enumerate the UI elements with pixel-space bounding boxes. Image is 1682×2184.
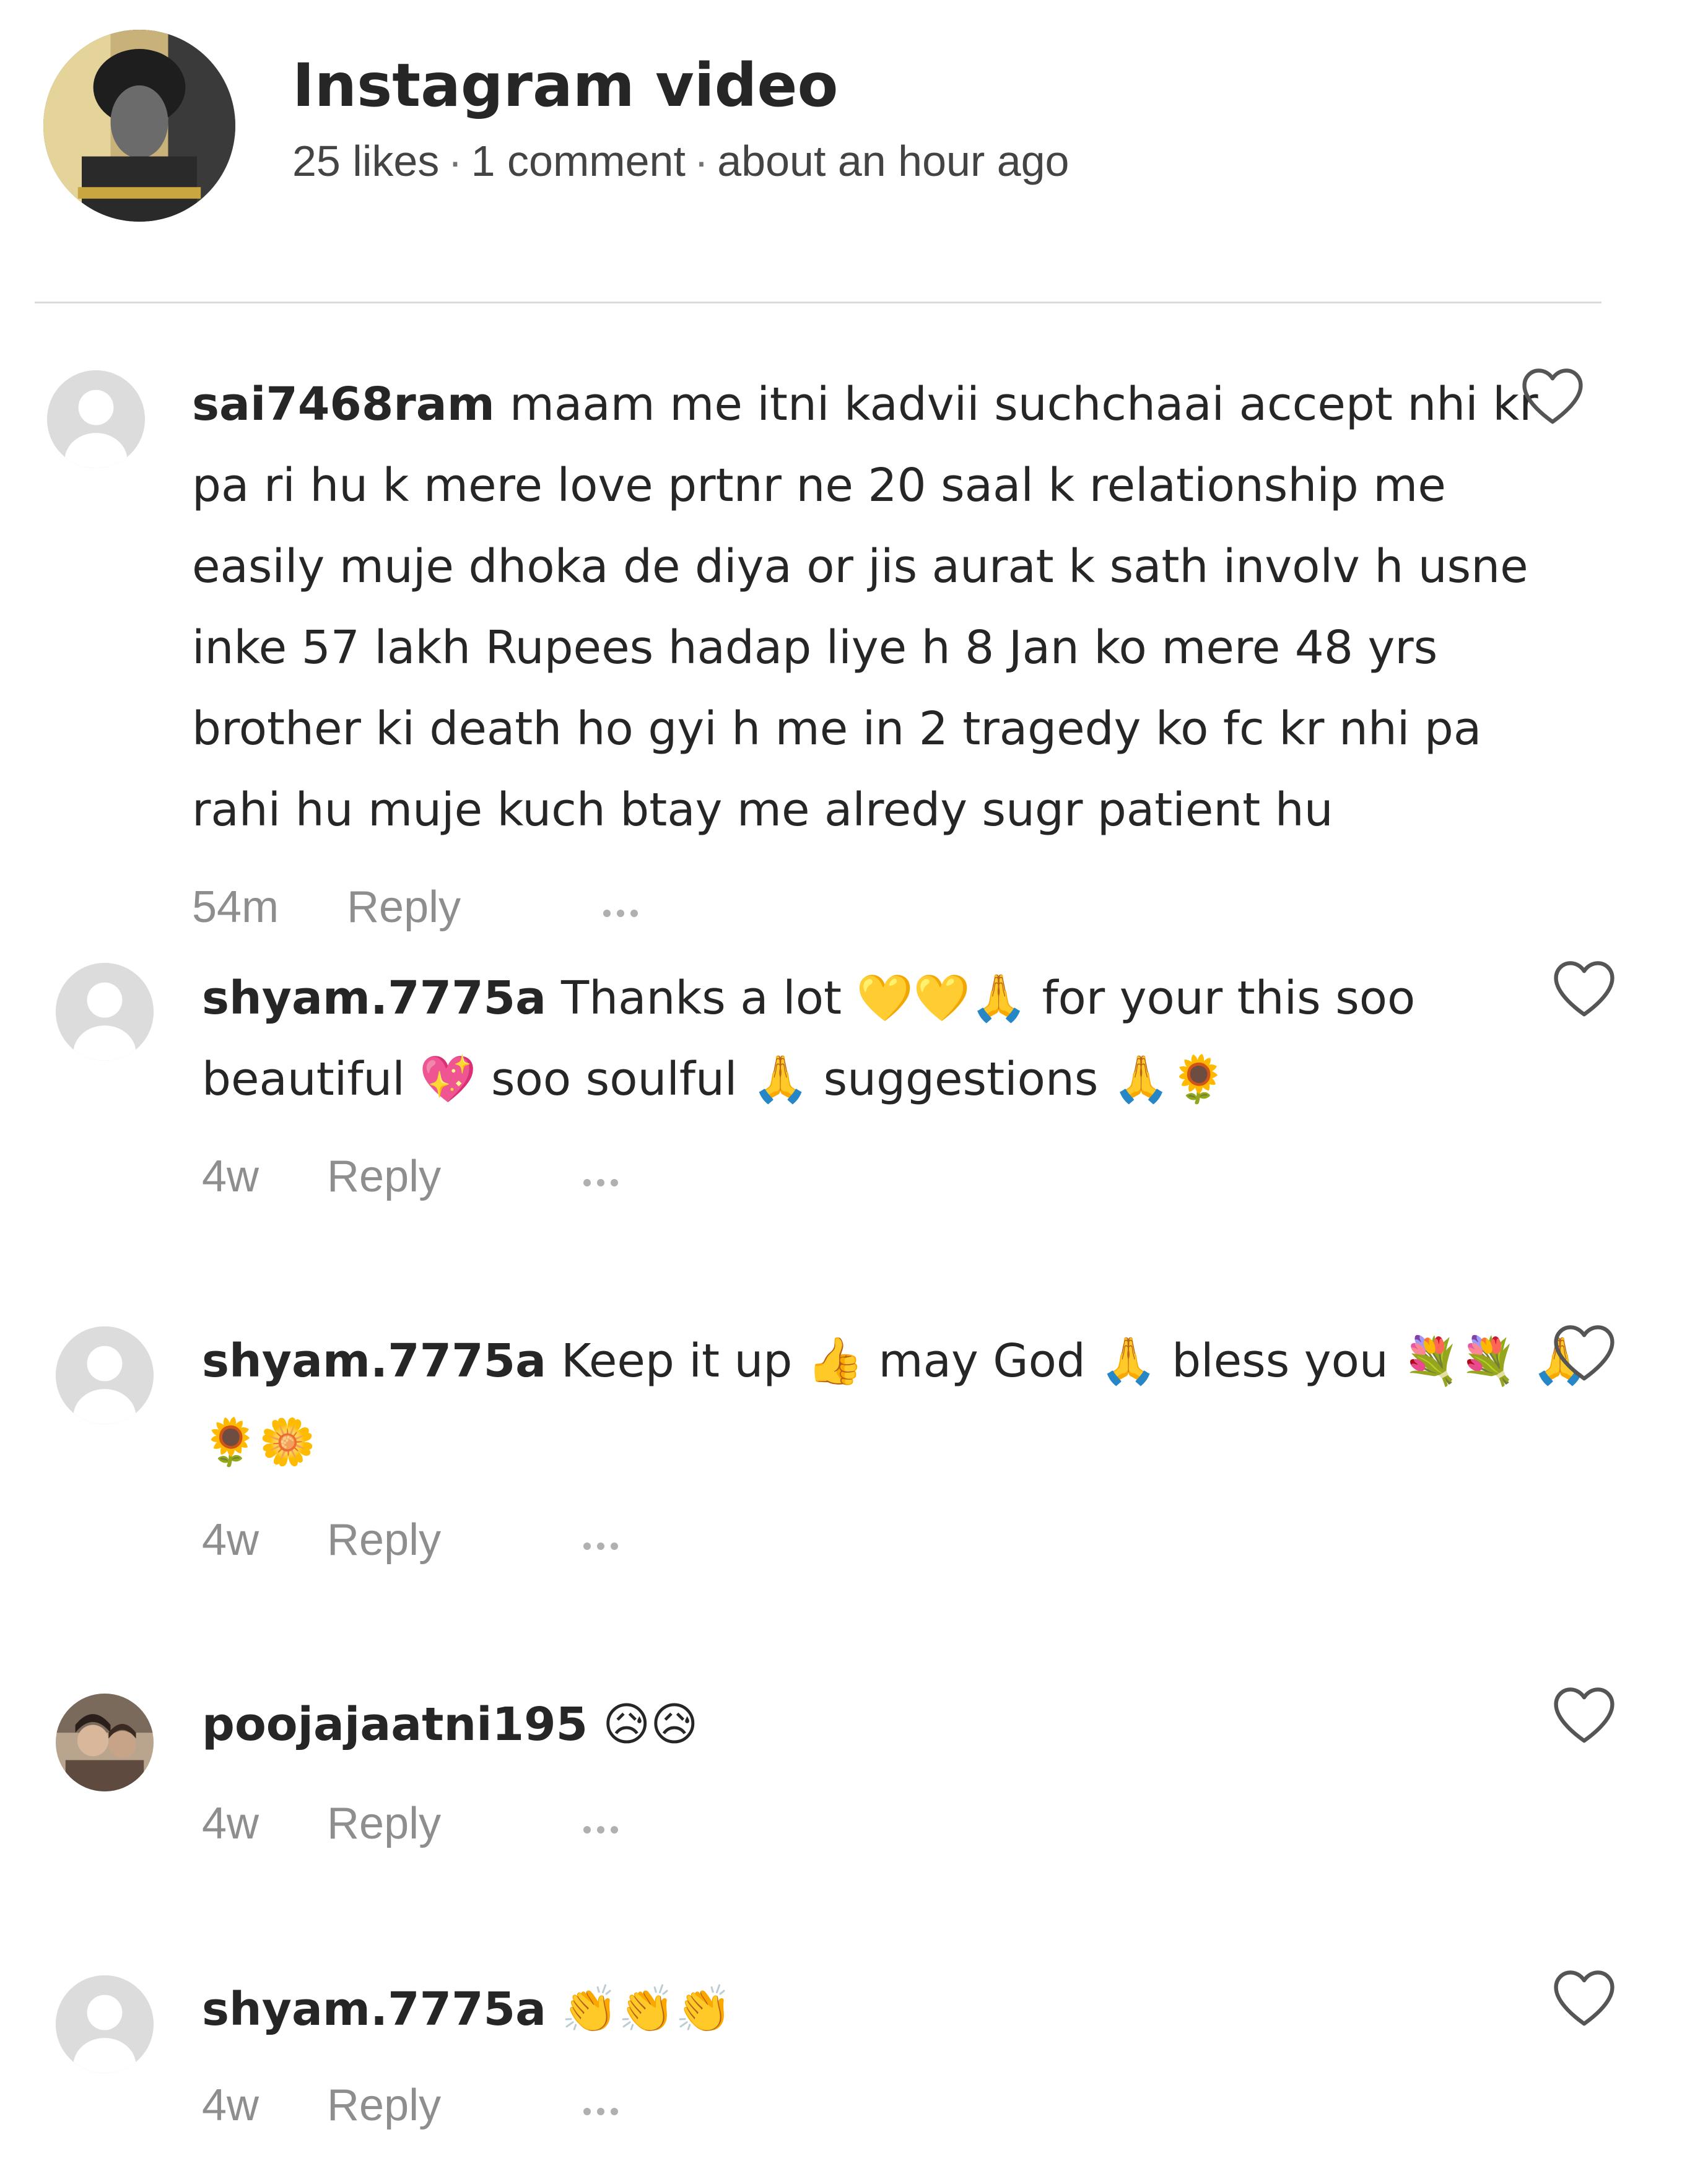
comment-username[interactable]: shyam.7775a xyxy=(202,1334,546,1388)
comment-body: shyam.7775a Keep it up 👍 may God 🙏 bless … xyxy=(202,1321,1589,1483)
comment-avatar[interactable] xyxy=(56,1694,154,1791)
default-avatar-icon xyxy=(56,1975,154,2073)
reply-button[interactable]: Reply xyxy=(347,882,461,933)
more-horizontal-icon[interactable] xyxy=(603,897,638,917)
reply-button[interactable]: Reply xyxy=(327,1151,441,1202)
user-photo-avatar xyxy=(56,1694,154,1791)
comment-body: shyam.7775a 👏👏👏 xyxy=(202,1969,1589,2050)
comment-username[interactable]: shyam.7775a xyxy=(202,1983,546,2036)
post-time: about an hour ago xyxy=(717,137,1070,185)
comment-avatar[interactable] xyxy=(56,963,154,1061)
comment-avatar[interactable] xyxy=(47,370,145,468)
more-horizontal-icon[interactable] xyxy=(583,1530,619,1550)
comment-text: 😥😥 xyxy=(603,1698,699,1751)
comment-time: 4w xyxy=(202,1152,259,1201)
heart-outline-icon[interactable] xyxy=(1519,364,1587,426)
comment-actions: 4w Reply xyxy=(202,2077,619,2133)
more-horizontal-icon[interactable] xyxy=(583,1814,619,1834)
meta-separator: · xyxy=(448,137,463,185)
comment-avatar[interactable] xyxy=(56,1326,154,1424)
comment-actions: 54m Reply xyxy=(192,879,638,935)
author-photo xyxy=(43,30,235,222)
comment-time: 4w xyxy=(202,1799,259,1848)
post-title: Instagram video xyxy=(292,51,839,120)
meta-separator: · xyxy=(694,137,709,185)
comment-avatar[interactable] xyxy=(56,1975,154,2073)
heart-outline-icon[interactable] xyxy=(1550,1321,1618,1383)
comments-count[interactable]: 1 comment xyxy=(471,137,686,185)
heart-outline-icon[interactable] xyxy=(1550,1683,1618,1745)
comment-actions: 4w Reply xyxy=(202,1512,619,1568)
comment-body: poojajaatni195 😥😥 xyxy=(202,1684,1589,1765)
comment-actions: 4w Reply xyxy=(202,1796,619,1851)
comment-text: maam me itni kadvii suchchaai accept nhi… xyxy=(192,378,1538,837)
comment-username[interactable]: sai7468ram xyxy=(192,378,495,431)
default-avatar-icon xyxy=(56,963,154,1061)
comment-text: 👏👏👏 xyxy=(561,1983,733,2036)
reply-button[interactable]: Reply xyxy=(327,1798,441,1849)
post-meta: 25 likes · 1 comment · about an hour ago xyxy=(292,139,1070,183)
comment-time: 54m xyxy=(192,882,279,932)
heart-outline-icon[interactable] xyxy=(1550,1966,1618,2028)
comment-body: sai7468ram maam me itni kadvii suchchaai … xyxy=(192,364,1579,851)
comment-actions: 4w Reply xyxy=(202,1149,619,1204)
heart-outline-icon[interactable] xyxy=(1550,957,1618,1019)
comment-body: shyam.7775a Thanks a lot 💛💛🙏 for your thi… xyxy=(202,958,1589,1120)
comment-username[interactable]: shyam.7775a xyxy=(202,972,546,1025)
default-avatar-icon xyxy=(47,370,145,468)
post-author-avatar[interactable] xyxy=(43,30,235,222)
reply-button[interactable]: Reply xyxy=(327,2080,441,2131)
likes-count[interactable]: 25 likes xyxy=(292,137,439,185)
more-horizontal-icon[interactable] xyxy=(583,2095,619,2115)
comment-time: 4w xyxy=(202,2081,259,2130)
reply-button[interactable]: Reply xyxy=(327,1515,441,1565)
comment-time: 4w xyxy=(202,1515,259,1565)
default-avatar-icon xyxy=(56,1326,154,1424)
more-horizontal-icon[interactable] xyxy=(583,1167,619,1186)
comment-username[interactable]: poojajaatni195 xyxy=(202,1698,588,1751)
header-divider xyxy=(35,302,1601,303)
